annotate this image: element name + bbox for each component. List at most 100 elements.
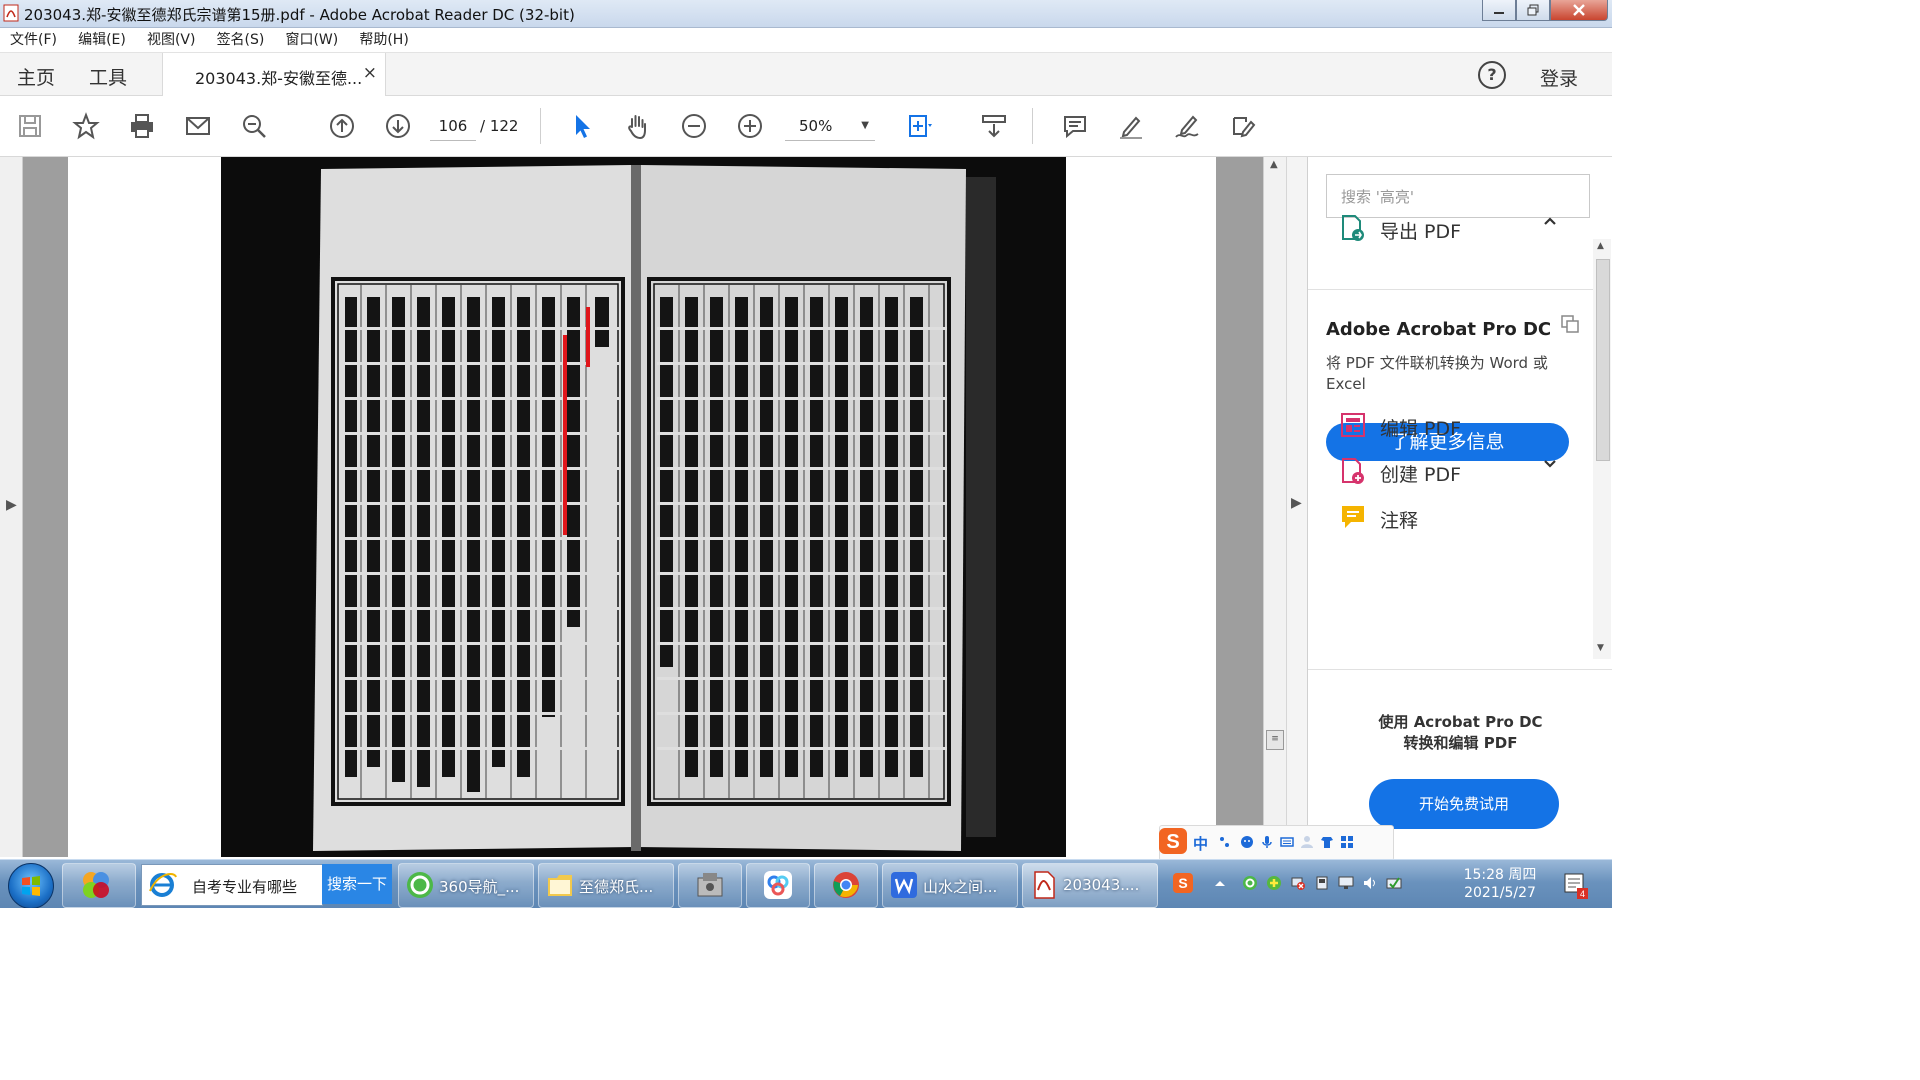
- save-button[interactable]: [14, 110, 46, 142]
- punctuation-icon[interactable]: [1218, 835, 1232, 849]
- tools-list-scrollbar[interactable]: ▲ ▼: [1593, 239, 1611, 659]
- bookmark-button[interactable]: [70, 110, 102, 142]
- pdf-file-icon: [1034, 871, 1055, 899]
- minimize-button[interactable]: [1482, 0, 1516, 21]
- tools-pane-toggle[interactable]: ▶: [1286, 157, 1307, 857]
- taskbar-search-input[interactable]: 自考专业有哪些: [141, 864, 323, 906]
- zoom-in-button[interactable]: [734, 110, 766, 142]
- taskbar-app-colorful[interactable]: [62, 863, 136, 908]
- action-center-button[interactable]: 4: [1561, 864, 1589, 904]
- chevron-down-icon[interactable]: [1542, 456, 1558, 477]
- sogou-logo-icon[interactable]: S: [1157, 826, 1189, 856]
- scroll-up-icon[interactable]: ▲: [1270, 159, 1278, 170]
- user-icon[interactable]: [1300, 835, 1314, 849]
- windows-taskbar: 自考专业有哪些 搜索一下 360导航_... 至德郑氏... 山水之间... 2…: [0, 859, 1612, 908]
- taskbar-item-360[interactable]: 360导航_...: [398, 863, 534, 908]
- close-tab-button[interactable]: ×: [363, 63, 377, 83]
- tool-create-pdf[interactable]: 创建 PDF: [1308, 448, 1593, 492]
- more-tools-button[interactable]: [1227, 110, 1259, 142]
- speaker-icon[interactable]: [1362, 875, 1378, 891]
- find-button[interactable]: [238, 110, 270, 142]
- copy-icon[interactable]: [1560, 314, 1580, 334]
- ime-mode-indicator[interactable]: 中: [1193, 833, 1208, 854]
- taskbar-item-word[interactable]: 山水之间...: [882, 863, 1018, 908]
- 360-tray-icon[interactable]: [1242, 875, 1258, 891]
- select-tool-button[interactable]: [566, 110, 598, 142]
- comment-button[interactable]: [1059, 110, 1091, 142]
- scroll-thumb[interactable]: ≡: [1266, 730, 1284, 750]
- taskbar-app-chrome[interactable]: [814, 863, 878, 908]
- scroll-mode-button[interactable]: [978, 110, 1010, 142]
- print-button[interactable]: [126, 110, 158, 142]
- document-scrollbar[interactable]: ▲ ≡: [1263, 157, 1286, 857]
- display-icon[interactable]: [1338, 875, 1354, 891]
- scroll-down-icon[interactable]: ▼: [1597, 643, 1604, 653]
- zoom-out-button[interactable]: [678, 110, 710, 142]
- navigation-pane-toggle[interactable]: ▶: [0, 157, 23, 857]
- emoji-icon[interactable]: [1240, 835, 1254, 849]
- free-trial-button[interactable]: 开始免费试用: [1369, 779, 1559, 829]
- network-error-icon[interactable]: [1290, 875, 1306, 891]
- sogou-tray-icon[interactable]: S: [1172, 872, 1194, 894]
- action-center-icon: 4: [1564, 873, 1588, 899]
- taskbar-app-tool[interactable]: [678, 863, 742, 908]
- tool-export-pdf[interactable]: 导出 PDF: [1308, 205, 1593, 249]
- restore-button[interactable]: [1516, 0, 1550, 21]
- clock-time: 15:28 周四: [1463, 867, 1537, 883]
- next-page-button[interactable]: [382, 110, 414, 142]
- window-title: 203043.郑-安徽至德郑氏宗谱第15册.pdf - Adobe Acroba…: [24, 6, 575, 24]
- taskbar-item-folder[interactable]: 至德郑氏...: [538, 863, 674, 908]
- notification-count: 4: [1580, 889, 1585, 899]
- show-hidden-icons-icon[interactable]: [1212, 875, 1228, 891]
- menu-sign[interactable]: 签名(S): [217, 28, 265, 52]
- document-view[interactable]: ▶ ▲ ≡: [0, 157, 1286, 857]
- menu-help[interactable]: 帮助(H): [359, 28, 408, 52]
- scroll-up-icon[interactable]: ▲: [1597, 241, 1604, 251]
- svg-text:S: S: [1166, 831, 1179, 853]
- page-gutter-right: [1216, 157, 1263, 857]
- page-number-input[interactable]: 106: [430, 112, 476, 141]
- keyboard-icon[interactable]: [1280, 835, 1294, 849]
- taskbar-app-baidu-netdisk[interactable]: [746, 863, 810, 908]
- scanned-genealogy-image: [221, 157, 1066, 857]
- acrobat-pdf-icon: [3, 4, 19, 22]
- update-check-icon[interactable]: [1386, 875, 1402, 891]
- minimize-icon: [1494, 12, 1504, 14]
- menu-view[interactable]: 视图(V): [147, 28, 196, 52]
- tools-pane: 搜索 '高亮' 导出 PDF Adobe Acrobat Pro DC 将 PD…: [1307, 157, 1612, 857]
- start-button[interactable]: [8, 863, 54, 908]
- menu-window[interactable]: 窗口(W): [285, 28, 338, 52]
- close-window-button[interactable]: [1550, 0, 1608, 21]
- system-clock[interactable]: 15:28 周四 2021/5/27: [1460, 866, 1540, 902]
- login-link[interactable]: 登录: [1540, 64, 1578, 91]
- menu-file[interactable]: 文件(F): [10, 28, 57, 52]
- tab-home[interactable]: 主页: [17, 63, 55, 90]
- taskbar-item-acrobat[interactable]: 203043....: [1022, 863, 1158, 908]
- tab-document[interactable]: 203043.郑-安徽至德... ×: [162, 53, 386, 96]
- previous-page-button[interactable]: [326, 110, 358, 142]
- help-icon[interactable]: ?: [1478, 61, 1506, 89]
- security-tray-icon[interactable]: [1266, 875, 1282, 891]
- taskbar-item-label: 360导航_...: [439, 878, 520, 896]
- toolbox-grid-icon[interactable]: [1340, 835, 1354, 849]
- hand-tool-button[interactable]: [622, 110, 654, 142]
- zoom-level-select[interactable]: 50% ▼: [785, 112, 875, 141]
- scroll-thumb[interactable]: [1596, 259, 1610, 461]
- search-button[interactable]: 搜索一下: [322, 864, 392, 904]
- menu-edit[interactable]: 编辑(E): [78, 28, 126, 52]
- device-icon[interactable]: [1314, 875, 1330, 891]
- document-tab-title: 203043.郑-安徽至德...: [195, 69, 363, 88]
- magnifier-icon: [243, 115, 266, 138]
- ime-toolbar[interactable]: S 中: [1159, 825, 1394, 861]
- microphone-icon[interactable]: [1260, 835, 1274, 849]
- tool-comment[interactable]: 注释: [1308, 494, 1593, 538]
- sign-button[interactable]: [1171, 110, 1203, 142]
- tab-tools[interactable]: 工具: [89, 63, 127, 90]
- highlight-button[interactable]: [1115, 110, 1147, 142]
- chevron-up-icon[interactable]: [1542, 213, 1558, 234]
- system-tray: S: [1172, 860, 1462, 908]
- tool-edit-pdf[interactable]: 编辑 PDF: [1308, 402, 1593, 446]
- email-button[interactable]: [182, 110, 214, 142]
- fit-page-button[interactable]: [904, 110, 936, 142]
- skin-icon[interactable]: [1320, 835, 1334, 849]
